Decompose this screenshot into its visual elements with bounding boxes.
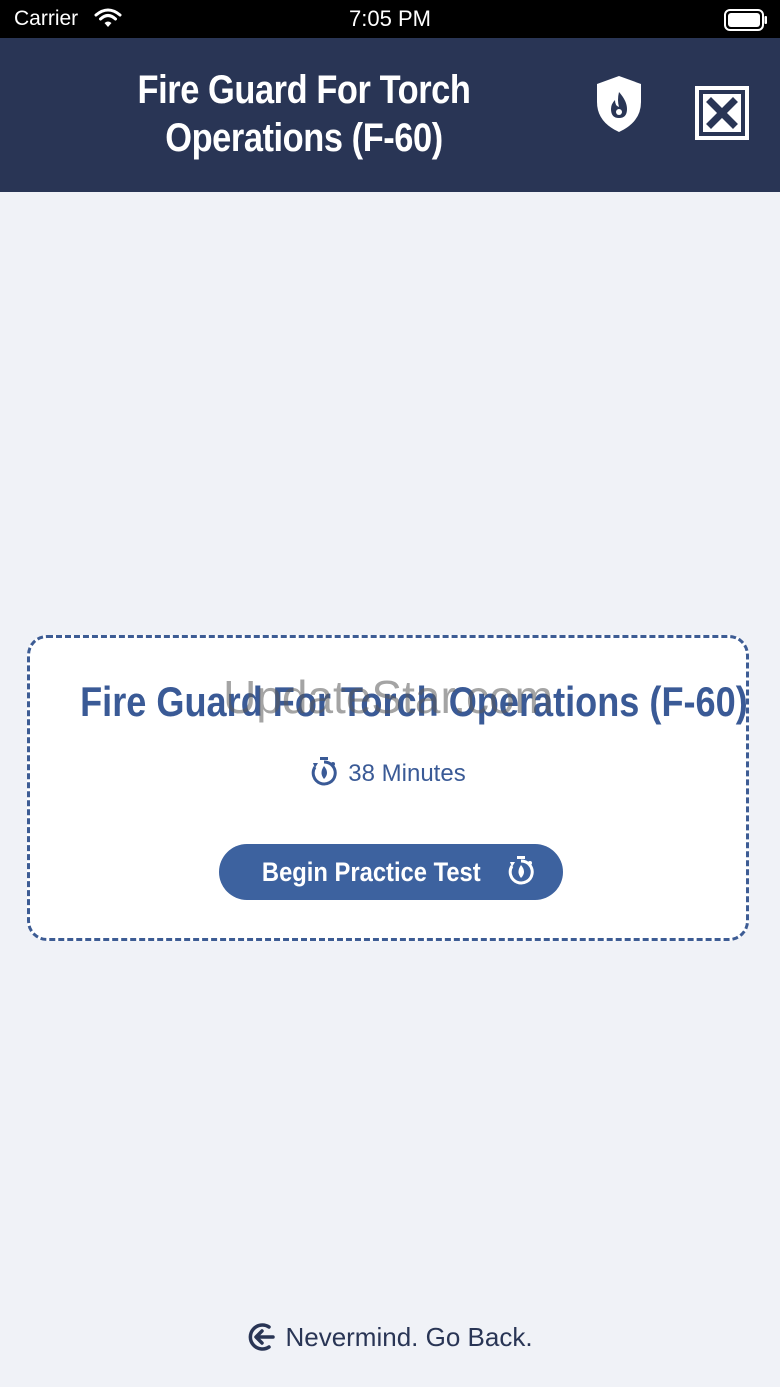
status-time: 7:05 PM	[349, 6, 431, 31]
app-header: Fire Guard For Torch Operations (F-60)	[0, 38, 780, 192]
duration-label: 38 Minutes	[348, 760, 466, 787]
go-back-link[interactable]: Nevermind. Go Back.	[0, 1322, 780, 1359]
begin-button-label: Begin Practice Test	[261, 856, 481, 887]
stopwatch-icon	[310, 756, 338, 793]
duration-row: 38 Minutes	[30, 756, 746, 793]
close-icon	[695, 86, 749, 140]
stopwatch-icon	[507, 855, 535, 890]
close-button[interactable]	[693, 84, 751, 142]
status-bar: Carrier 7:05 PM	[0, 0, 780, 38]
shield-flame-icon	[594, 74, 644, 139]
begin-practice-test-button[interactable]: Begin Practice Test	[219, 844, 563, 900]
page-title: Fire Guard For Torch Operations (F-60)	[137, 68, 471, 160]
back-arrow-icon	[247, 1322, 277, 1359]
go-back-label: Nevermind. Go Back.	[285, 1322, 533, 1352]
battery-icon	[724, 9, 768, 36]
test-title: Fire Guard For Torch Operations (F-60)	[80, 678, 748, 725]
test-card: Fire Guard For Torch Operations (F-60) U…	[27, 635, 749, 941]
